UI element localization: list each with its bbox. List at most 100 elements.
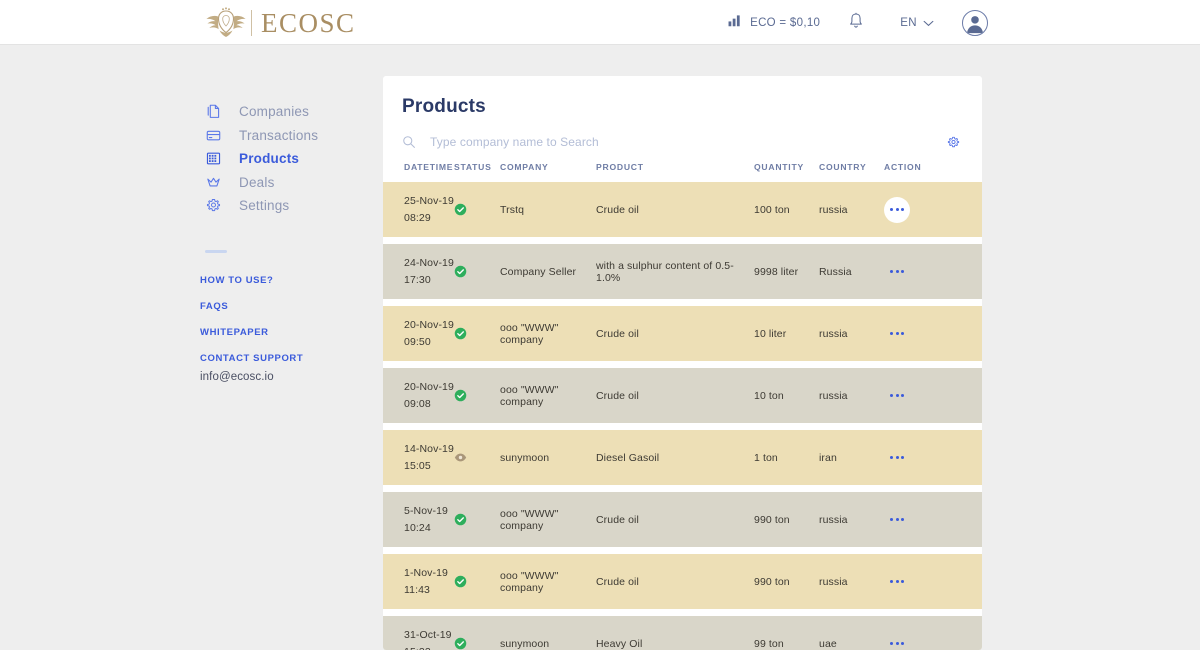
table-row[interactable]: 5-Nov-19 10:24 ooo "WWW" company Crude oil 9… [383,492,982,547]
sidebar-item-settings[interactable]: Settings [205,194,289,218]
cell-status [454,513,500,526]
search-input[interactable] [430,135,943,149]
sidebar-item-deals[interactable]: Deals [205,170,275,194]
link-whitepaper[interactable]: WHITEPAPER [200,327,380,338]
cell-country: Russia [819,265,852,278]
cell-quantity: 990 ton [754,575,790,588]
verified-check-icon [454,513,467,526]
sidebar-item-products[interactable]: Products [205,147,299,171]
cell-datetime: 14-Nov-19 15:05 [404,443,454,472]
brand-name: ECOSC [261,7,356,38]
column-header-action: ACTION [884,162,922,172]
search-icon [402,135,422,149]
cell-company: ooo "WWW" company [500,383,559,408]
cell-quantity: 100 ton [754,203,790,216]
sidebar-item-label: Products [239,151,300,167]
grid-icon [205,149,227,169]
row-date: 20-Nov-19 [404,380,454,393]
cell-datetime: 5-Nov-19 10:24 [404,505,454,534]
row-time: 09:08 [404,398,431,410]
cell-status [454,451,500,464]
avatar[interactable] [962,9,988,36]
cell-action [884,445,934,471]
more-options-icon[interactable] [884,445,910,471]
row-time: 15:05 [404,460,431,472]
sidebar-item-label: Settings [239,198,290,214]
language-selector[interactable]: EN [900,0,934,45]
row-date: 25-Nov-19 [404,194,454,207]
search-bar [402,129,963,155]
brand-logo[interactable]: ECOSC [205,2,356,44]
crown-icon [205,172,227,192]
row-date: 31-Oct-19 [404,628,452,641]
table-row[interactable]: 24-Nov-19 17:30 Company Seller with a sulph… [383,244,982,299]
more-options-icon[interactable] [884,321,910,347]
more-options-icon[interactable] [884,631,910,650]
cell-product: Crude oil [596,575,639,588]
cell-country: russia [819,203,848,216]
sidebar: Companies Transactions Products Deals Se… [0,45,383,650]
cell-status [454,575,500,588]
table-settings-gear-icon[interactable] [943,132,963,152]
sidebar-item-label: Companies [239,104,310,120]
cell-datetime: 24-Nov-19 17:30 [404,257,454,286]
more-options-icon[interactable] [884,259,910,285]
cell-company: sunymoon [500,451,550,464]
cell-quantity: 9998 liter [754,265,799,278]
link-contact-support[interactable]: CONTACT SUPPORT [200,353,380,364]
table-row[interactable]: 1-Nov-19 11:43 ooo "WWW" company Crude oil 9… [383,554,982,609]
cell-status [454,637,500,650]
verified-check-icon [454,327,467,340]
cell-datetime: 20-Nov-19 09:08 [404,380,454,410]
bar-chart-icon [728,14,743,32]
cell-company: ooo "WWW" company [500,507,559,532]
cell-status [454,327,500,340]
sidebar-item-companies[interactable]: Companies [205,100,309,124]
more-options-icon[interactable] [884,383,910,409]
eco-rate-text: ECO = $0,10 [750,16,821,29]
cell-country: russia [819,575,848,588]
table-header-row: DATETIME STATUS COMPANY PRODUCT QUANTITY… [383,158,982,176]
more-options-icon[interactable] [884,507,910,533]
cell-action [884,321,934,347]
cell-country: uae [819,637,837,650]
cell-product: Diesel Gasoil [596,451,660,464]
more-options-icon[interactable] [884,569,910,595]
cell-country: iran [819,451,837,464]
sidebar-item-transactions[interactable]: Transactions [205,123,318,147]
row-time: 17:30 [404,274,431,286]
cell-action [884,196,934,223]
eco-rate-indicator[interactable]: ECO = $0,10 [728,0,820,45]
notifications-button[interactable] [848,0,864,45]
cell-country: russia [819,327,848,340]
table-row[interactable]: 25-Nov-19 08:29 Trstq Crude oil 100 ton russi… [383,182,982,237]
cell-quantity: 1 ton [754,451,778,464]
verified-check-icon [454,203,467,216]
cell-action [884,507,934,533]
documents-icon [205,102,227,122]
more-options-icon[interactable] [884,196,910,223]
column-header-company: COMPANY [500,162,549,172]
support-email[interactable]: info@ecosc.io [200,371,274,383]
winged-crest-emblem-icon [205,6,247,40]
row-time: 10:24 [404,522,431,534]
link-faqs[interactable]: FAQS [200,301,380,312]
table-row[interactable]: 14-Nov-19 15:05 sunymoon Diesel Gasoil 1 ton… [383,430,982,485]
link-how-to-use[interactable]: HOW TO USE? [200,275,380,286]
verified-check-icon [454,265,467,278]
table-row[interactable]: 20-Nov-19 09:08 ooo "WWW" company Crude oil… [383,368,982,423]
cell-quantity: 99 ton [754,637,784,650]
chevron-down-icon [923,14,934,32]
pending-eye-icon [454,451,467,464]
row-time: 09:50 [404,336,431,348]
verified-check-icon [454,389,467,402]
table-row[interactable]: 20-Nov-19 09:50 ooo "WWW" company Crude oil… [383,306,982,361]
credit-card-icon [205,125,227,145]
sidebar-links: HOW TO USE? FAQS WHITEPAPER CONTACT SUPP… [200,275,380,385]
sidebar-item-label: Deals [239,174,275,190]
user-menu-button[interactable] [962,0,988,45]
row-time: 11:43 [404,584,430,596]
cell-quantity: 10 liter [754,327,787,340]
table-row[interactable]: 31-Oct-1915:22 sunymoon Heavy Oil 99 ton uae [383,616,982,650]
cell-status [454,265,500,278]
